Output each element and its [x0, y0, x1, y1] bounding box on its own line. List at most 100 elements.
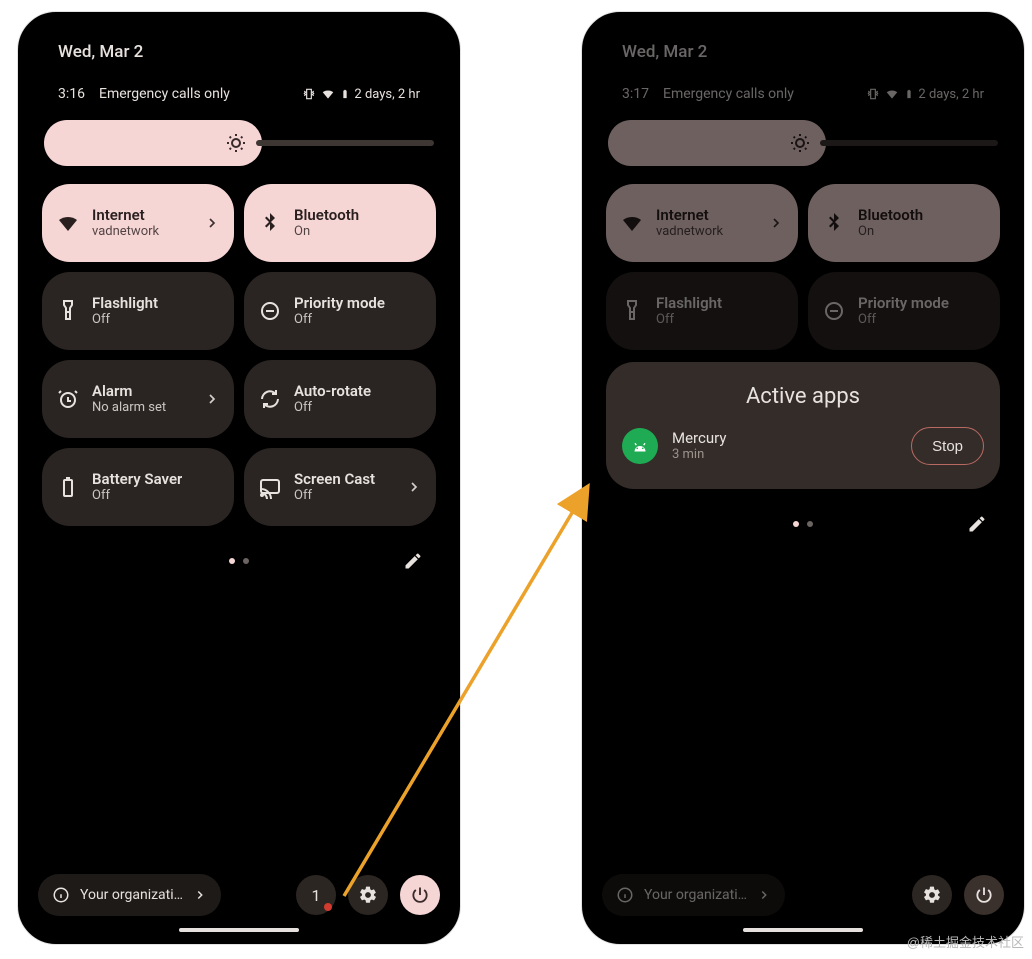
app-duration: 3 min	[672, 447, 726, 463]
power-icon	[410, 885, 430, 905]
tile-subtitle: Off	[294, 400, 371, 416]
vibrate-icon	[302, 87, 316, 101]
cast-icon	[258, 475, 282, 499]
info-icon	[616, 886, 634, 904]
brightness-slider[interactable]	[44, 120, 434, 166]
tile-title: Battery Saver	[92, 470, 182, 488]
priority-icon	[258, 299, 282, 323]
bluetooth-icon	[258, 211, 282, 235]
qs-date: Wed, Mar 2	[36, 28, 442, 68]
vibrate-icon	[866, 87, 880, 101]
internet-icon	[56, 211, 80, 235]
pager-dot	[807, 521, 813, 527]
qs-tile-alarm[interactable]: AlarmNo alarm set	[42, 360, 234, 438]
clock-text: 3:17	[622, 86, 649, 102]
settings-button[interactable]	[912, 875, 952, 915]
brightness-icon	[224, 131, 248, 155]
power-button[interactable]	[400, 875, 440, 915]
edit-icon[interactable]	[400, 548, 426, 574]
carrier-text: Emergency calls only	[99, 86, 230, 102]
active-apps-title: Active apps	[622, 384, 984, 409]
tile-title: Internet	[656, 206, 723, 224]
qs-tile-flashlight[interactable]: FlashlightOff	[606, 272, 798, 350]
tile-subtitle: On	[294, 224, 359, 240]
flashlight-icon	[620, 299, 644, 323]
chevron-right-icon	[193, 888, 207, 902]
chevron-right-icon	[204, 391, 220, 407]
chevron-right-icon	[768, 215, 784, 231]
tile-title: Screen Cast	[294, 470, 375, 488]
active-apps-count: 1	[312, 886, 321, 905]
battery-icon	[56, 475, 80, 499]
tile-subtitle: Off	[858, 312, 949, 328]
tile-title: Priority mode	[858, 294, 949, 312]
tile-subtitle: On	[858, 224, 923, 240]
chevron-right-icon	[204, 215, 220, 231]
chevron-right-icon	[406, 479, 422, 495]
tile-subtitle: Off	[294, 488, 375, 504]
battery-text: 2 days, 2 hr	[354, 87, 420, 102]
qs-footer: Your organizati…	[588, 874, 1018, 916]
tile-title: Priority mode	[294, 294, 385, 312]
qs-pager	[600, 511, 1006, 537]
battery-text: 2 days, 2 hr	[918, 87, 984, 102]
wifi-icon	[320, 87, 336, 101]
org-text: Your organizati…	[644, 887, 747, 903]
tile-subtitle: Off	[294, 312, 385, 328]
tile-title: Bluetooth	[858, 206, 923, 224]
tile-subtitle: vadnetwork	[656, 224, 723, 240]
phone-right: Wed, Mar 2 3:17 Emergency calls only 2 d…	[582, 12, 1024, 944]
qs-tile-internet[interactable]: Internetvadnetwork	[606, 184, 798, 262]
tile-subtitle: vadnetwork	[92, 224, 159, 240]
qs-tile-battery[interactable]: Battery SaverOff	[42, 448, 234, 526]
nav-home-indicator	[743, 928, 863, 932]
stop-button[interactable]: Stop	[911, 427, 984, 465]
tile-title: Alarm	[92, 382, 166, 400]
battery-icon	[340, 87, 350, 101]
flashlight-icon	[56, 299, 80, 323]
edit-icon[interactable]	[964, 511, 990, 537]
status-bar: 3:16 Emergency calls only 2 days, 2 hr	[36, 68, 442, 112]
pager-dot-active	[229, 558, 235, 564]
qs-tile-priority[interactable]: Priority modeOff	[808, 272, 1000, 350]
info-icon	[52, 886, 70, 904]
clock-text: 3:16	[58, 86, 85, 102]
tile-subtitle: Off	[656, 312, 722, 328]
pager-dot-active	[793, 521, 799, 527]
qs-footer: Your organizati… 1	[24, 874, 454, 916]
qs-tile-cast[interactable]: Screen CastOff	[244, 448, 436, 526]
status-bar: 3:17 Emergency calls only 2 days, 2 hr	[600, 68, 1006, 112]
settings-button[interactable]	[348, 875, 388, 915]
power-button[interactable]	[964, 875, 1004, 915]
qs-tile-bluetooth[interactable]: BluetoothOn	[244, 184, 436, 262]
internet-icon	[620, 211, 644, 235]
gear-icon	[358, 885, 378, 905]
qs-tile-internet[interactable]: Internetvadnetwork	[42, 184, 234, 262]
active-apps-badge	[324, 903, 332, 911]
tile-title: Internet	[92, 206, 159, 224]
app-name: Mercury	[672, 429, 726, 448]
autorotate-icon	[258, 387, 282, 411]
qs-tile-priority[interactable]: Priority modeOff	[244, 272, 436, 350]
tile-title: Flashlight	[656, 294, 722, 312]
org-chip[interactable]: Your organizati…	[38, 874, 221, 916]
bluetooth-icon	[822, 211, 846, 235]
org-chip[interactable]: Your organizati…	[602, 874, 785, 916]
qs-tile-flashlight[interactable]: FlashlightOff	[42, 272, 234, 350]
active-app-row: Mercury 3 min Stop	[622, 427, 984, 465]
active-apps-button[interactable]: 1	[296, 875, 336, 915]
brightness-slider[interactable]	[608, 120, 998, 166]
active-apps-panel: Active apps Mercury 3 min Stop	[606, 362, 1000, 489]
tile-subtitle: Off	[92, 488, 182, 504]
qs-tile-autorotate[interactable]: Auto-rotateOff	[244, 360, 436, 438]
tile-title: Auto-rotate	[294, 382, 371, 400]
priority-icon	[822, 299, 846, 323]
phone-left: Wed, Mar 2 3:16 Emergency calls only 2 d…	[18, 12, 460, 944]
qs-tile-bluetooth[interactable]: BluetoothOn	[808, 184, 1000, 262]
battery-icon	[904, 87, 914, 101]
wifi-icon	[884, 87, 900, 101]
app-icon	[622, 428, 658, 464]
pager-dot	[243, 558, 249, 564]
gear-icon	[922, 885, 942, 905]
qs-pager	[36, 548, 442, 574]
